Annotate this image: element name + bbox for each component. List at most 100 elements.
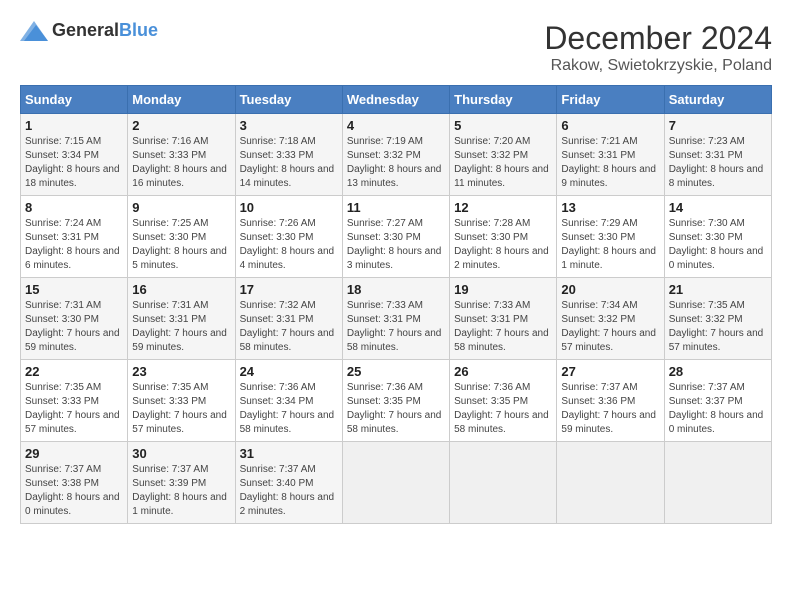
sunrise-label: Sunrise: 7:33 AM [347,300,423,311]
day-number: 26 [454,364,552,379]
sunset-label: Sunset: 3:34 PM [240,396,314,407]
calendar-row: 1 Sunrise: 7:15 AM Sunset: 3:34 PM Dayli… [21,114,772,196]
day-number: 27 [561,364,659,379]
day-info: Sunrise: 7:16 AM Sunset: 3:33 PM Dayligh… [132,135,230,191]
calendar-cell: 17 Sunrise: 7:32 AM Sunset: 3:31 PM Dayl… [235,278,342,360]
day-number: 22 [25,364,123,379]
day-number: 1 [25,118,123,133]
sunrise-label: Sunrise: 7:25 AM [132,218,208,229]
sunrise-label: Sunrise: 7:36 AM [240,382,316,393]
day-info: Sunrise: 7:34 AM Sunset: 3:32 PM Dayligh… [561,299,659,355]
sunrise-label: Sunrise: 7:37 AM [669,382,745,393]
calendar-row: 15 Sunrise: 7:31 AM Sunset: 3:30 PM Dayl… [21,278,772,360]
calendar: Sunday Monday Tuesday Wednesday Thursday… [20,85,772,524]
day-info: Sunrise: 7:36 AM Sunset: 3:35 PM Dayligh… [347,381,445,437]
sunrise-label: Sunrise: 7:28 AM [454,218,530,229]
sunrise-label: Sunrise: 7:31 AM [132,300,208,311]
sunrise-label: Sunrise: 7:37 AM [561,382,637,393]
day-number: 11 [347,200,445,215]
calendar-cell: 12 Sunrise: 7:28 AM Sunset: 3:30 PM Dayl… [450,196,557,278]
col-saturday: Saturday [664,86,771,114]
calendar-cell: 8 Sunrise: 7:24 AM Sunset: 3:31 PM Dayli… [21,196,128,278]
col-monday: Monday [128,86,235,114]
logo-blue: Blue [119,20,158,40]
calendar-row: 29 Sunrise: 7:37 AM Sunset: 3:38 PM Dayl… [21,442,772,524]
sunrise-label: Sunrise: 7:29 AM [561,218,637,229]
daylight-label: Daylight: 7 hours and 57 minutes. [561,328,656,353]
logo-text: GeneralBlue [52,20,158,41]
sunset-label: Sunset: 3:37 PM [669,396,743,407]
day-info: Sunrise: 7:24 AM Sunset: 3:31 PM Dayligh… [25,217,123,273]
sunrise-label: Sunrise: 7:18 AM [240,136,316,147]
day-info: Sunrise: 7:37 AM Sunset: 3:37 PM Dayligh… [669,381,767,437]
sunset-label: Sunset: 3:38 PM [25,478,99,489]
logo-general: General [52,20,119,40]
day-number: 9 [132,200,230,215]
day-number: 16 [132,282,230,297]
daylight-label: Daylight: 8 hours and 2 minutes. [454,246,549,271]
col-thursday: Thursday [450,86,557,114]
sunset-label: Sunset: 3:32 PM [347,150,421,161]
daylight-label: Daylight: 8 hours and 0 minutes. [25,492,120,517]
day-number: 25 [347,364,445,379]
daylight-label: Daylight: 8 hours and 6 minutes. [25,246,120,271]
day-info: Sunrise: 7:36 AM Sunset: 3:35 PM Dayligh… [454,381,552,437]
calendar-cell: 31 Sunrise: 7:37 AM Sunset: 3:40 PM Dayl… [235,442,342,524]
sunrise-label: Sunrise: 7:21 AM [561,136,637,147]
day-number: 13 [561,200,659,215]
calendar-cell: 6 Sunrise: 7:21 AM Sunset: 3:31 PM Dayli… [557,114,664,196]
sunrise-label: Sunrise: 7:27 AM [347,218,423,229]
day-info: Sunrise: 7:29 AM Sunset: 3:30 PM Dayligh… [561,217,659,273]
sunset-label: Sunset: 3:30 PM [240,232,314,243]
day-info: Sunrise: 7:15 AM Sunset: 3:34 PM Dayligh… [25,135,123,191]
day-info: Sunrise: 7:25 AM Sunset: 3:30 PM Dayligh… [132,217,230,273]
sunset-label: Sunset: 3:35 PM [454,396,528,407]
calendar-cell: 20 Sunrise: 7:34 AM Sunset: 3:32 PM Dayl… [557,278,664,360]
day-info: Sunrise: 7:35 AM Sunset: 3:32 PM Dayligh… [669,299,767,355]
daylight-label: Daylight: 7 hours and 58 minutes. [454,410,549,435]
sunrise-label: Sunrise: 7:23 AM [669,136,745,147]
daylight-label: Daylight: 8 hours and 1 minute. [132,492,227,517]
calendar-cell: 7 Sunrise: 7:23 AM Sunset: 3:31 PM Dayli… [664,114,771,196]
col-wednesday: Wednesday [342,86,449,114]
calendar-cell: 4 Sunrise: 7:19 AM Sunset: 3:32 PM Dayli… [342,114,449,196]
day-number: 14 [669,200,767,215]
sunset-label: Sunset: 3:32 PM [561,314,635,325]
sunrise-label: Sunrise: 7:30 AM [669,218,745,229]
day-info: Sunrise: 7:19 AM Sunset: 3:32 PM Dayligh… [347,135,445,191]
calendar-cell: 18 Sunrise: 7:33 AM Sunset: 3:31 PM Dayl… [342,278,449,360]
daylight-label: Daylight: 7 hours and 57 minutes. [25,410,120,435]
sunrise-label: Sunrise: 7:37 AM [25,464,101,475]
sunrise-label: Sunrise: 7:35 AM [669,300,745,311]
calendar-cell [450,442,557,524]
daylight-label: Daylight: 7 hours and 59 minutes. [561,410,656,435]
day-number: 12 [454,200,552,215]
page-subtitle: Rakow, Swietokrzyskie, Poland [544,57,772,75]
day-info: Sunrise: 7:33 AM Sunset: 3:31 PM Dayligh… [347,299,445,355]
day-info: Sunrise: 7:37 AM Sunset: 3:36 PM Dayligh… [561,381,659,437]
sunrise-label: Sunrise: 7:31 AM [25,300,101,311]
sunset-label: Sunset: 3:33 PM [132,150,206,161]
sunset-label: Sunset: 3:31 PM [454,314,528,325]
day-number: 3 [240,118,338,133]
sunrise-label: Sunrise: 7:35 AM [132,382,208,393]
day-number: 6 [561,118,659,133]
day-info: Sunrise: 7:35 AM Sunset: 3:33 PM Dayligh… [132,381,230,437]
sunset-label: Sunset: 3:33 PM [25,396,99,407]
calendar-cell: 16 Sunrise: 7:31 AM Sunset: 3:31 PM Dayl… [128,278,235,360]
title-area: December 2024 Rakow, Swietokrzyskie, Pol… [544,20,772,75]
daylight-label: Daylight: 7 hours and 58 minutes. [454,328,549,353]
calendar-cell: 27 Sunrise: 7:37 AM Sunset: 3:36 PM Dayl… [557,360,664,442]
sunset-label: Sunset: 3:40 PM [240,478,314,489]
daylight-label: Daylight: 7 hours and 58 minutes. [347,328,442,353]
daylight-label: Daylight: 7 hours and 58 minutes. [347,410,442,435]
day-number: 29 [25,446,123,461]
daylight-label: Daylight: 8 hours and 9 minutes. [561,164,656,189]
calendar-cell: 14 Sunrise: 7:30 AM Sunset: 3:30 PM Dayl… [664,196,771,278]
calendar-row: 8 Sunrise: 7:24 AM Sunset: 3:31 PM Dayli… [21,196,772,278]
day-info: Sunrise: 7:21 AM Sunset: 3:31 PM Dayligh… [561,135,659,191]
sunrise-label: Sunrise: 7:33 AM [454,300,530,311]
sunset-label: Sunset: 3:30 PM [132,232,206,243]
sunset-label: Sunset: 3:31 PM [240,314,314,325]
day-number: 18 [347,282,445,297]
